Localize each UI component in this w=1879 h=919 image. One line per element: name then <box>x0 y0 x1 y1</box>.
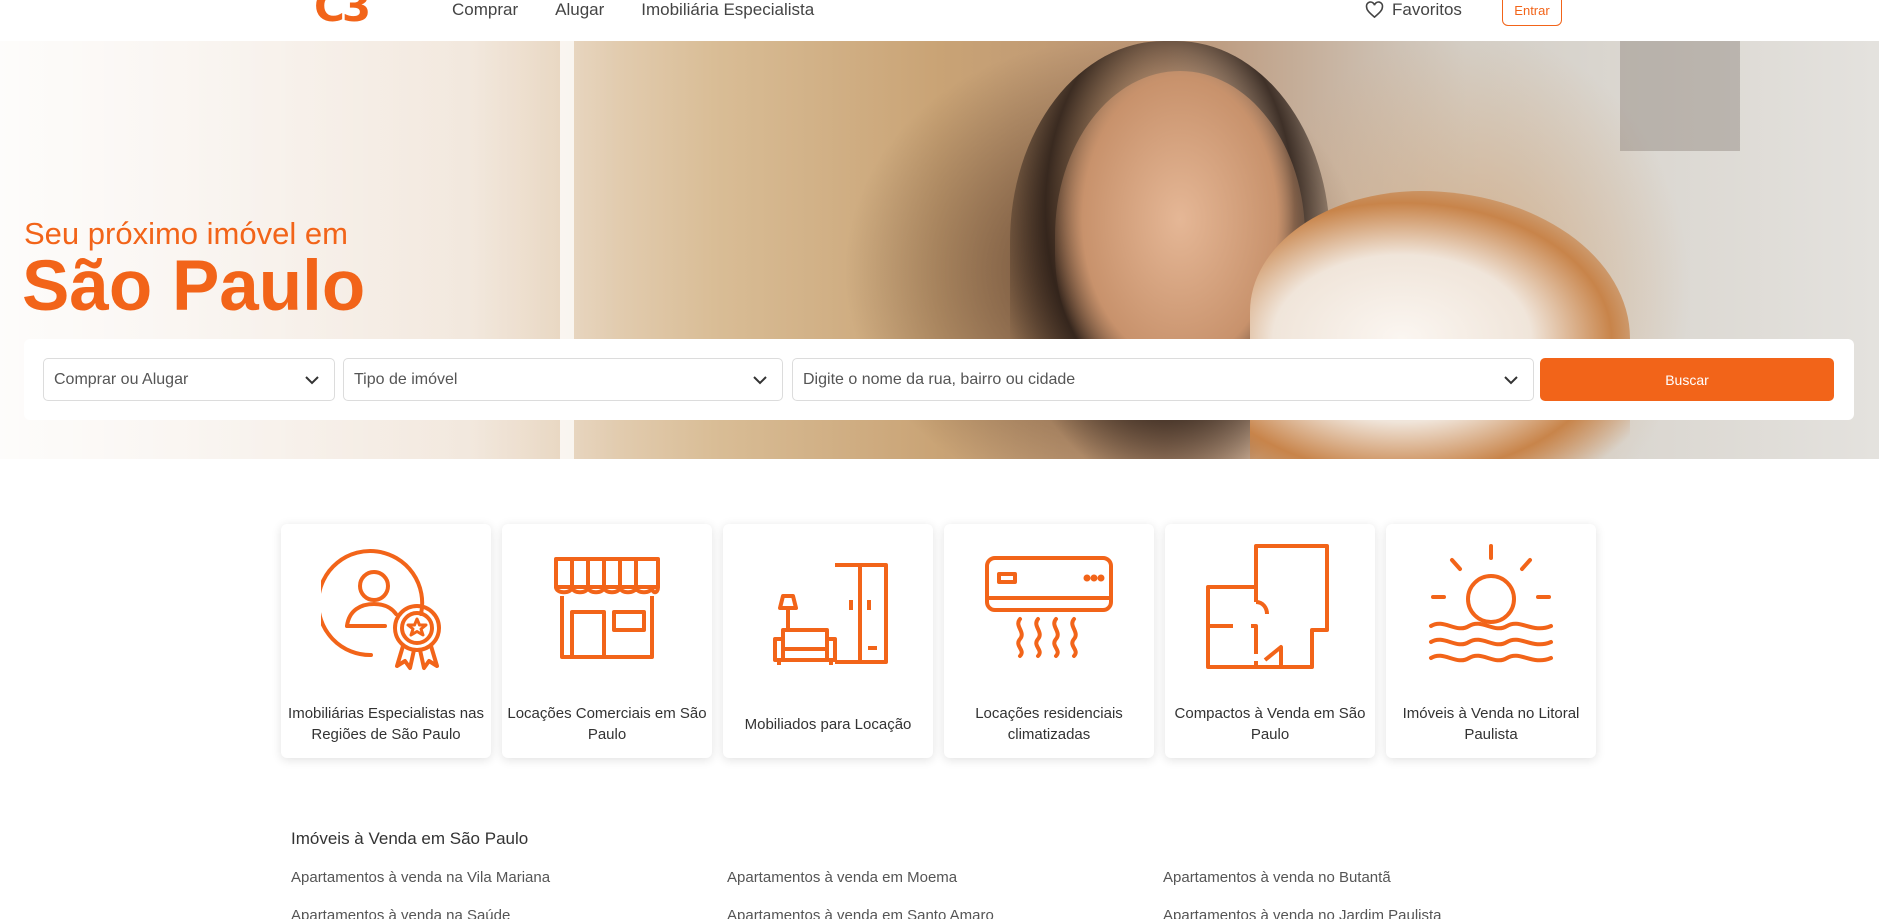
category-label: Locações residenciais climatizadas <box>975 705 1123 743</box>
listing-link[interactable]: Apartamentos à venda na Saúde <box>291 907 510 919</box>
listing-link[interactable]: Apartamentos à venda no Butantã <box>1163 869 1391 886</box>
category-cards: Imobiliárias Especialistas nas Regiões d… <box>281 524 1596 758</box>
hero-title: São Paulo <box>22 247 366 326</box>
category-label: Imobiliárias Especialistas nas Regiões d… <box>288 705 484 743</box>
property-type-select[interactable]: Tipo de imóvel <box>343 358 783 401</box>
category-label: Locações Comerciais em São Paulo <box>507 705 707 743</box>
nav-imobiliaria-especialista[interactable]: Imobiliária Especialista <box>641 0 814 20</box>
search-button[interactable]: Buscar <box>1540 358 1834 401</box>
hero-shelf <box>1620 41 1740 151</box>
category-card[interactable]: Locações Comerciais em São Paulo <box>502 524 712 758</box>
listing-link[interactable]: Apartamentos à venda em Santo Amaro <box>727 907 994 919</box>
listings-title: Imóveis à Venda em São Paulo <box>291 829 529 848</box>
chevron-down-icon <box>1504 376 1518 385</box>
storefront-icon <box>554 557 660 659</box>
air-conditioner-icon <box>985 556 1113 658</box>
listing-link[interactable]: Apartamentos à venda no Jardim Paulista <box>1163 907 1442 919</box>
favorites-label: Favoritos <box>1392 0 1462 19</box>
listing-link[interactable]: Apartamentos à venda na Vila Mariana <box>291 869 550 886</box>
favorites-link[interactable]: Favoritos <box>1365 0 1462 20</box>
chevron-down-icon <box>753 376 767 385</box>
location-search-placeholder: Digite o nome da rua, bairro ou cidade <box>803 370 1076 388</box>
category-label: Compactos à Venda em São Paulo <box>1174 705 1366 743</box>
category-label: Imóveis à Venda no Litoral Paulista <box>1402 705 1580 743</box>
category-card[interactable]: Mobiliados para Locação <box>723 524 933 758</box>
main-nav: Comprar Alugar Imobiliária Especialista <box>452 0 814 20</box>
category-card[interactable]: Imóveis à Venda no Litoral Paulista <box>1386 524 1596 758</box>
sun-sea-icon <box>1429 544 1553 663</box>
transaction-select[interactable]: Comprar ou Alugar <box>43 358 335 401</box>
chevron-down-icon <box>305 376 319 385</box>
transaction-select-placeholder: Comprar ou Alugar <box>54 370 189 388</box>
login-button[interactable]: Entrar <box>1502 0 1562 26</box>
nav-alugar[interactable]: Alugar <box>555 0 604 20</box>
listing-link[interactable]: Apartamentos à venda em Moema <box>727 869 957 886</box>
location-search-input[interactable]: Digite o nome da rua, bairro ou cidade <box>792 358 1534 401</box>
nav-comprar[interactable]: Comprar <box>452 0 518 20</box>
c3-logo[interactable]: C3 <box>314 0 371 28</box>
category-label: Mobiliados para Locação <box>744 715 912 733</box>
heart-icon <box>1365 1 1384 19</box>
top-header: C3 Comprar Alugar Imobiliária Especialis… <box>0 0 1879 41</box>
search-form: Comprar ou Alugar Tipo de imóvel Digite … <box>24 339 1854 420</box>
furniture-icon <box>773 563 888 665</box>
property-type-placeholder: Tipo de imóvel <box>354 370 458 388</box>
category-card[interactable]: Imobiliárias Especialistas nas Regiões d… <box>281 524 491 758</box>
category-card[interactable]: Locações residenciais climatizadas <box>944 524 1154 758</box>
floor-plan-icon <box>1206 544 1329 669</box>
certified-agent-icon <box>321 549 441 670</box>
category-card[interactable]: Compactos à Venda em São Paulo <box>1165 524 1375 758</box>
